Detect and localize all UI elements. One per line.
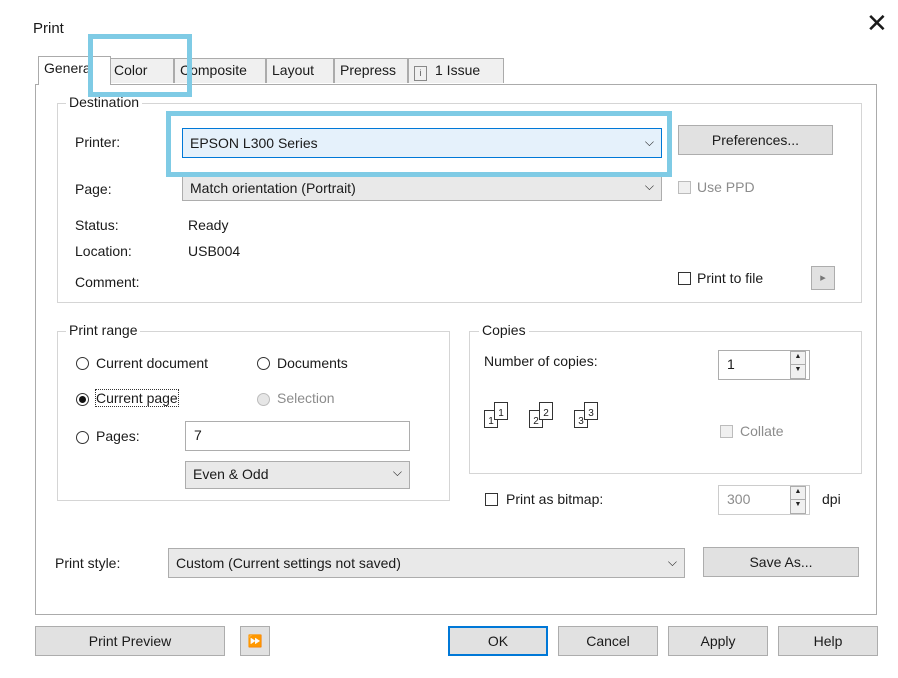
help-button[interactable]: Help	[778, 626, 878, 656]
copies-spinner[interactable]: ▲ ▼	[790, 351, 806, 379]
save-as-button[interactable]: Save As...	[703, 547, 859, 577]
print-style-select[interactable]: Custom (Current settings not saved) ⌵	[168, 548, 685, 578]
print-to-file-label: Print to file	[697, 270, 764, 286]
location-value: USB004	[188, 243, 241, 259]
current-page-radio[interactable]	[76, 393, 89, 406]
tab-general-label: General	[44, 60, 94, 76]
close-icon[interactable]: ✕	[866, 10, 888, 36]
collate-checkbox[interactable]	[720, 425, 733, 438]
tab-general[interactable]: General	[38, 56, 111, 85]
current-document-radio[interactable]	[76, 357, 89, 370]
print-to-file-checkbox[interactable]	[678, 272, 691, 285]
printer-label: Printer:	[75, 134, 121, 150]
spin-down-icon[interactable]: ▼	[791, 500, 805, 513]
preferences-button[interactable]: Preferences...	[678, 125, 833, 155]
pages-radio[interactable]	[76, 431, 89, 444]
pages-label: Pages:	[96, 428, 140, 444]
tab-issues-label: 1 Issue	[435, 62, 481, 78]
chevron-down-icon: ⌵	[667, 555, 677, 569]
even-odd-select[interactable]: Even & Odd ⌵	[185, 461, 410, 489]
printer-select[interactable]: EPSON L300 Series ⌵	[182, 128, 662, 158]
tab-layout[interactable]: Layout	[266, 58, 334, 83]
use-ppd-label: Use PPD	[697, 179, 755, 195]
dpi-unit-label: dpi	[822, 491, 841, 507]
selection-radio[interactable]	[257, 393, 270, 406]
current-document-label: Current document	[96, 355, 209, 371]
dpi-spinner[interactable]: ▲ ▼	[790, 486, 806, 514]
even-odd-select-value: Even & Odd	[193, 466, 269, 482]
chevron-down-icon: ⌵	[644, 135, 654, 149]
print-style-select-value: Custom (Current settings not saved)	[176, 555, 401, 571]
pages-input[interactable]: 7	[185, 421, 410, 451]
tab-color[interactable]: Color	[108, 58, 174, 83]
collate-page: 2	[539, 402, 553, 420]
status-value: Ready	[188, 217, 229, 233]
tab-color-label: Color	[114, 62, 148, 78]
print-to-file-options-button[interactable]: ▸	[811, 266, 835, 290]
info-icon: i	[414, 66, 427, 81]
print-preview-button[interactable]: Print Preview	[35, 626, 225, 656]
expand-preview-icon[interactable]: ⏩	[240, 626, 270, 656]
apply-button[interactable]: Apply	[668, 626, 768, 656]
spin-up-icon[interactable]: ▲	[791, 352, 805, 365]
page-select-value: Match orientation (Portrait)	[190, 180, 356, 196]
tab-layout-label: Layout	[272, 62, 315, 78]
chevron-down-icon: ⌵	[392, 465, 402, 479]
collate-label: Collate	[740, 423, 784, 439]
current-page-label: Current page	[95, 389, 179, 407]
documents-radio[interactable]	[257, 357, 270, 370]
tab-composite-label: Composite	[180, 62, 247, 78]
print-range-legend: Print range	[66, 322, 141, 338]
cancel-button[interactable]: Cancel	[558, 626, 658, 656]
copies-legend: Copies	[479, 322, 529, 338]
printer-select-value: EPSON L300 Series	[190, 135, 318, 151]
ok-button[interactable]: OK	[448, 626, 548, 656]
tab-prepress-label: Prepress	[340, 62, 397, 78]
selection-label: Selection	[277, 390, 335, 406]
documents-label: Documents	[277, 355, 348, 371]
tab-prepress[interactable]: Prepress	[334, 58, 408, 83]
chevron-down-icon: ⌵	[644, 179, 654, 193]
dialog-title: Print	[33, 20, 64, 37]
location-label: Location:	[75, 243, 132, 259]
use-ppd-checkbox[interactable]	[678, 181, 691, 194]
spin-up-icon[interactable]: ▲	[791, 487, 805, 500]
number-of-copies-label: Number of copies:	[484, 353, 598, 369]
print-as-bitmap-label: Print as bitmap:	[506, 491, 604, 507]
comment-label: Comment:	[75, 274, 140, 290]
collate-page: 3	[584, 402, 598, 420]
print-style-label: Print style:	[55, 555, 121, 571]
page-label: Page:	[75, 181, 112, 197]
page-select[interactable]: Match orientation (Portrait) ⌵	[182, 175, 662, 201]
print-as-bitmap-checkbox[interactable]	[485, 493, 498, 506]
spin-down-icon[interactable]: ▼	[791, 365, 805, 378]
destination-legend: Destination	[66, 94, 143, 110]
status-label: Status:	[75, 217, 119, 233]
collate-page: 1	[494, 402, 508, 420]
tab-issues[interactable]: i 1 Issue	[408, 58, 504, 83]
tab-composite[interactable]: Composite	[174, 58, 266, 83]
